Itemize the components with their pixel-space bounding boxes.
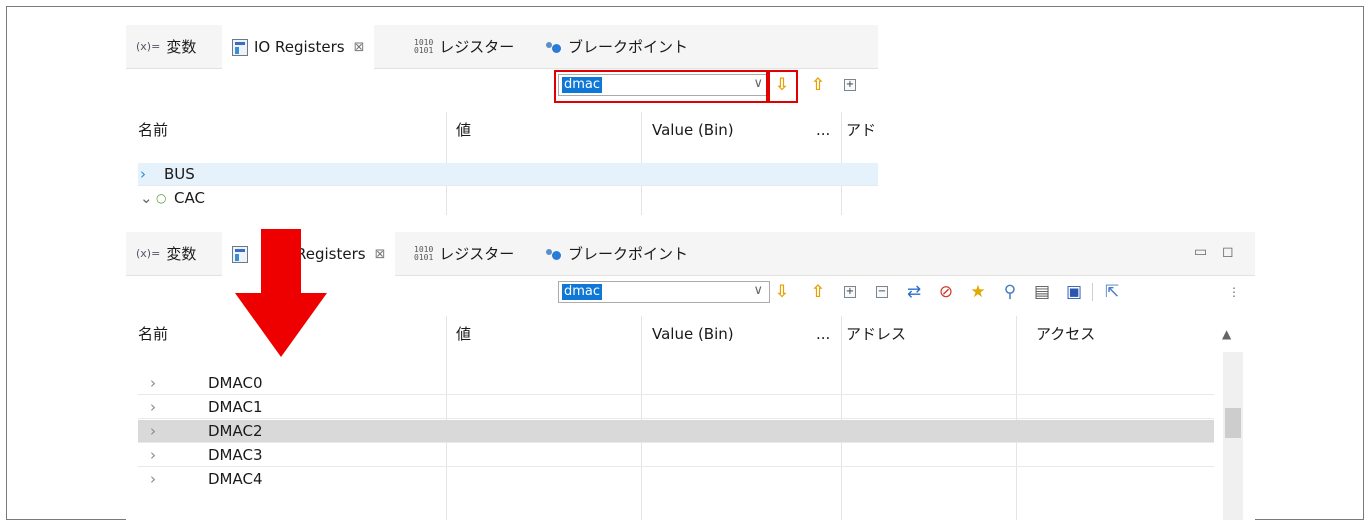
row-name: DMAC1 [208, 398, 263, 416]
chevron-down-icon[interactable]: ⌄ [140, 187, 153, 210]
search-combo[interactable]: dmac ∨ [558, 281, 770, 303]
tab-label: ブレークポイント [568, 38, 689, 56]
magnifier-icon[interactable]: ⚲ [1000, 282, 1020, 302]
disable-icon[interactable]: ⊘ [936, 282, 956, 302]
tab-label: レジスター [439, 245, 515, 263]
down-arrow-icon[interactable]: ⇩ [772, 282, 792, 302]
refresh-icon[interactable]: ⇄ [904, 282, 924, 302]
chevron-right-icon[interactable]: › [150, 396, 156, 419]
row-name: DMAC2 [208, 422, 263, 440]
table-row[interactable]: › DMAC0 [138, 372, 1214, 395]
column-header-access[interactable]: アクセス [1036, 316, 1095, 352]
io-registers-icon [232, 38, 248, 56]
registers-icon: 1010 0101 [414, 37, 434, 55]
column-header-value-bin[interactable]: Value (Bin) [652, 112, 734, 148]
tab-label: レジスター [439, 38, 515, 56]
highlight-box-find-next [768, 70, 798, 103]
up-arrow-icon[interactable]: ⇧ [808, 282, 828, 302]
tab-label: 変数 [166, 38, 197, 56]
chevron-right-icon[interactable]: › [140, 163, 146, 186]
column-header-value[interactable]: 値 [456, 112, 471, 148]
tab-variables[interactable]: (x)= 変数 [136, 232, 196, 275]
column-header-address[interactable]: アドレス [846, 316, 906, 352]
big-red-down-arrow [235, 229, 327, 357]
column-header-value[interactable]: 値 [456, 316, 471, 352]
register-group-icon: ○ [156, 191, 167, 205]
registers-icon: 1010 0101 [414, 244, 434, 262]
tab-io-registers[interactable]: IO Registers ⊠ [222, 25, 375, 69]
collapse-all-icon[interactable]: − [872, 282, 892, 302]
table-row[interactable]: › DMAC4 [138, 468, 1214, 491]
scrollbar-thumb[interactable] [1225, 408, 1241, 438]
tab-breakpoints[interactable]: ブレークポイント [546, 25, 688, 68]
maximize-icon[interactable]: ◻ [1222, 244, 1234, 260]
print-icon[interactable]: ▤ [1032, 282, 1052, 302]
chevron-right-icon[interactable]: › [150, 372, 156, 395]
column-header-name[interactable]: 名前 [138, 316, 168, 352]
table-row[interactable]: › BUS [138, 163, 878, 186]
variables-icon: (x)= [136, 40, 161, 53]
tab-label: 変数 [166, 245, 197, 263]
close-icon[interactable]: ⊠ [375, 247, 386, 262]
tab-label: IO Registers [254, 38, 345, 56]
scroll-up-icon[interactable]: ▲ [1222, 316, 1231, 352]
row-name: CAC [174, 189, 205, 207]
breakpoints-icon [546, 248, 562, 260]
highlight-box-search [554, 70, 768, 103]
tab-registers[interactable]: 1010 0101 レジスター [414, 25, 514, 68]
table-row[interactable]: › DMAC1 [138, 396, 1214, 419]
io-registers-view-top: (x)= 変数 IO Registers ⊠ 1010 0101 レジスター ブレ… [126, 25, 878, 215]
table-header: 名前 値 Value (Bin) ... アド [126, 112, 878, 148]
column-header-address[interactable]: アド [846, 112, 876, 148]
row-name: BUS [164, 165, 195, 183]
table-row[interactable]: › DMAC3 [138, 444, 1214, 467]
favorite-icon[interactable]: ★ [968, 282, 988, 302]
export-icon[interactable]: ⇱ [1102, 282, 1122, 302]
vertical-scrollbar[interactable] [1223, 352, 1243, 520]
variables-icon: (x)= [136, 247, 161, 260]
chevron-right-icon[interactable]: › [150, 444, 156, 467]
table-row[interactable]: ⌄ ○ CAC [138, 187, 878, 210]
chevron-down-icon[interactable]: ∨ [753, 283, 763, 298]
tab-label: ブレークポイント [568, 245, 689, 263]
expand-all-icon[interactable]: + [840, 75, 860, 95]
toolbar-separator [1092, 283, 1093, 301]
view-tab-bar: (x)= 変数 IO Registers ⊠ 1010 0101 レジスター ブレ… [126, 25, 878, 69]
up-arrow-icon[interactable]: ⇧ [808, 75, 828, 95]
save-icon[interactable]: ▣ [1064, 282, 1084, 302]
column-header-name[interactable]: 名前 [138, 112, 168, 148]
search-input[interactable]: dmac [562, 284, 603, 300]
breakpoints-icon [546, 41, 562, 53]
row-name: DMAC0 [208, 374, 263, 392]
chevron-right-icon[interactable]: › [150, 420, 156, 443]
column-header-ellipsis[interactable]: ... [816, 316, 830, 352]
view-menu-icon[interactable]: ⋮ [1224, 282, 1244, 302]
column-header-value-bin[interactable]: Value (Bin) [652, 316, 734, 352]
table-row-selected[interactable]: › DMAC2 [138, 420, 1214, 443]
expand-all-icon[interactable]: + [840, 282, 860, 302]
row-name: DMAC4 [208, 470, 263, 488]
view-toolbar: dmac ∨ ⇩ ⇧ + [126, 69, 878, 103]
close-icon[interactable]: ⊠ [354, 40, 365, 55]
tab-registers[interactable]: 1010 0101 レジスター [414, 232, 514, 275]
minimize-icon[interactable]: ▭ [1194, 244, 1207, 260]
row-name: DMAC3 [208, 446, 263, 464]
chevron-right-icon[interactable]: › [150, 468, 156, 491]
tab-breakpoints[interactable]: ブレークポイント [546, 232, 688, 275]
column-header-ellipsis[interactable]: ... [816, 112, 830, 148]
tab-variables[interactable]: (x)= 変数 [136, 25, 196, 68]
